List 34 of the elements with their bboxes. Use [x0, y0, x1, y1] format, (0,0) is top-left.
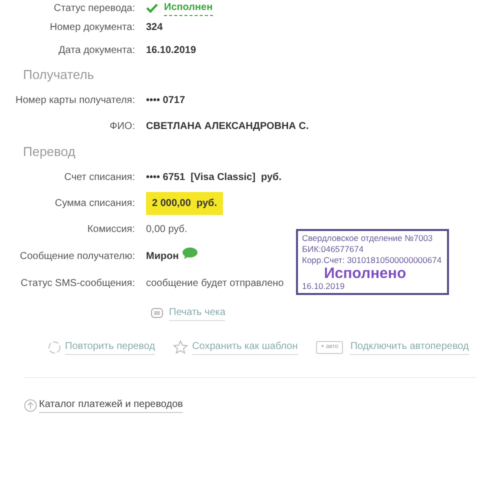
field-label: Комиссия:: [86, 222, 136, 236]
action-link[interactable]: Подключить автоперевод: [350, 339, 469, 355]
field-label: Номер документа:: [48, 21, 136, 35]
field-value: СВЕТЛАНА АЛЕКСАНДРОВНА С.: [146, 120, 309, 134]
catalog-link[interactable]: Каталог платежей и переводов: [39, 397, 183, 413]
stamp-text: Корр.Счет: 30101810500000000674: [302, 255, 443, 266]
field-value: Мирон: [146, 250, 179, 264]
action-link[interactable]: Повторить перевод: [65, 339, 156, 355]
speech-bubble-icon: [182, 247, 198, 259]
field-label: Номер карты получателя:: [14, 94, 136, 108]
field-value: •••• 0717: [146, 94, 186, 108]
stamp-text: БИК:046577674: [302, 244, 365, 255]
print-link[interactable]: Печать чека: [169, 305, 226, 321]
field-value: 324: [146, 21, 163, 35]
field-label: Сумма списания:: [54, 196, 136, 210]
stamp-mark: Исполнено: [323, 266, 408, 281]
field-value: 0,00 руб.: [146, 222, 188, 236]
stamp-date: 16.10.2019: [302, 281, 346, 291]
field-label: Дата документа:: [58, 44, 136, 58]
field-value: сообщение будет отправлено: [146, 276, 284, 290]
action-link[interactable]: Сохранить как шаблон: [192, 339, 298, 355]
field-label: Статус перевода:: [52, 2, 136, 16]
amount-value: 2 000,00 руб.: [146, 192, 223, 214]
field-value: •••• 6751 [Visa Classic] руб.: [146, 170, 282, 184]
field-value: 16.10.2019: [146, 44, 196, 58]
field-label: Счет списания:: [63, 170, 136, 184]
field-label: Статус SMS-сообщения:: [20, 276, 136, 290]
field-label: Сообщение получателю:: [18, 250, 136, 264]
section-title: Получатель: [22, 66, 96, 84]
status-value: Исполнен: [164, 0, 213, 16]
star-icon: [173, 340, 188, 354]
section-title: Перевод: [22, 142, 76, 161]
stamp-text: Свердловское отделение №7003: [302, 233, 434, 244]
field-label: ФИО:: [108, 120, 136, 134]
